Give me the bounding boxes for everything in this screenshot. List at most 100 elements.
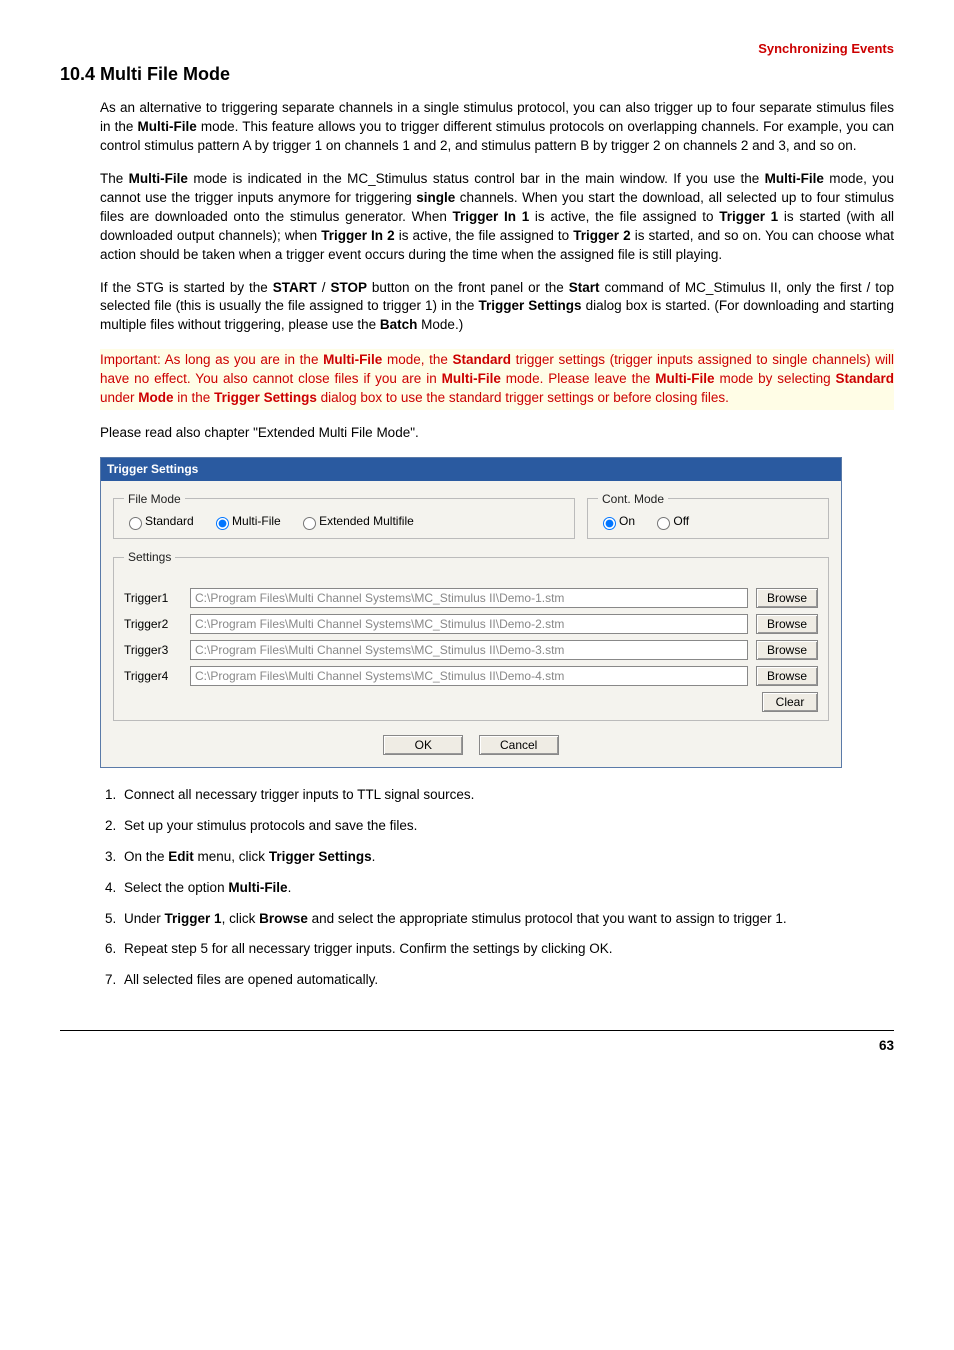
trigger4-label: Trigger4: [124, 668, 182, 685]
p3-f: Start: [569, 280, 600, 295]
step-6: Repeat step 5 for all necessary trigger …: [120, 940, 894, 959]
p3-b: START: [273, 280, 317, 295]
radio-standard[interactable]: [129, 517, 142, 530]
imp-c: mode, the: [382, 352, 452, 367]
paragraph-2: The Multi-File mode is indicated in the …: [100, 170, 894, 264]
p1-c: mode. This feature allows you to trigger…: [100, 119, 894, 153]
imp-l: Mode: [138, 390, 173, 405]
trigger1-path-input[interactable]: [190, 588, 748, 608]
file-mode-fieldset: File Mode Standard Multi-File Extended M…: [113, 491, 575, 540]
radio-on[interactable]: [603, 517, 616, 530]
cont-mode-legend: Cont. Mode: [598, 491, 668, 508]
imp-m: in the: [174, 390, 215, 405]
radio-off[interactable]: [657, 517, 670, 530]
p2-b: Multi-File: [129, 171, 188, 186]
imp-o: dialog box to use the standard trigger s…: [317, 390, 729, 405]
trigger3-browse-button[interactable]: Browse: [756, 640, 818, 660]
ok-button[interactable]: OK: [383, 735, 463, 755]
step-7: All selected files are opened automatica…: [120, 971, 894, 990]
radio-on-label[interactable]: On: [598, 514, 635, 528]
imp-j: Standard: [836, 371, 895, 386]
p1-b: Multi-File: [137, 119, 196, 134]
imp-g: mode. Please leave the: [501, 371, 655, 386]
s3-d: Trigger Settings: [269, 849, 372, 864]
imp-b: Multi-File: [323, 352, 382, 367]
p2-f: single: [416, 190, 455, 205]
imp-a: Important: As long as you are in the: [100, 352, 323, 367]
s5-e: and select the appropriate stimulus prot…: [308, 911, 787, 926]
trigger3-path-input[interactable]: [190, 640, 748, 660]
imp-f: Multi-File: [442, 371, 501, 386]
s4-c: .: [288, 880, 292, 895]
imp-k: under: [100, 390, 138, 405]
settings-fieldset: Settings Trigger1 Browse Trigger2 Browse…: [113, 549, 829, 721]
p2-c: mode is indicated in the MC_Stimulus sta…: [188, 171, 765, 186]
step-2: Set up your stimulus protocols and save …: [120, 817, 894, 836]
p2-m: is active, the file assigned to: [395, 228, 574, 243]
s5-a: Under: [124, 911, 165, 926]
radio-multifile-label[interactable]: Multi-File: [211, 514, 281, 528]
trigger-row-3: Trigger3 Browse: [124, 640, 818, 660]
s3-e: .: [372, 849, 376, 864]
step-5: Under Trigger 1, click Browse and select…: [120, 910, 894, 929]
p2-l: Trigger In 2: [321, 228, 394, 243]
trigger4-browse-button[interactable]: Browse: [756, 666, 818, 686]
radio-standard-label[interactable]: Standard: [124, 514, 194, 528]
p2-d: Multi-File: [765, 171, 824, 186]
p3-h: Trigger Settings: [478, 298, 581, 313]
cancel-button[interactable]: Cancel: [479, 735, 559, 755]
trigger2-browse-button[interactable]: Browse: [756, 614, 818, 634]
imp-n: Trigger Settings: [214, 390, 317, 405]
radio-off-text: Off: [673, 514, 689, 528]
p2-h: Trigger In 1: [453, 209, 530, 224]
trigger2-path-input[interactable]: [190, 614, 748, 634]
trigger-row-2: Trigger2 Browse: [124, 614, 818, 634]
radio-on-text: On: [619, 514, 635, 528]
settings-legend: Settings: [124, 549, 175, 566]
section-title: 10.4 Multi File Mode: [60, 62, 894, 87]
imp-i: mode by selecting: [715, 371, 836, 386]
page-header-right: Synchronizing Events: [60, 40, 894, 58]
radio-multifile-text: Multi-File: [232, 514, 281, 528]
imp-h: Multi-File: [655, 371, 714, 386]
step-4: Select the option Multi-File.: [120, 879, 894, 898]
page-number: 63: [60, 1030, 894, 1056]
clear-button[interactable]: Clear: [762, 692, 818, 712]
p3-j: Batch: [380, 317, 418, 332]
p3-k: Mode.): [417, 317, 463, 332]
p3-c: /: [317, 280, 331, 295]
radio-extended[interactable]: [303, 517, 316, 530]
file-mode-legend: File Mode: [124, 491, 185, 508]
paragraph-3: If the STG is started by the START / STO…: [100, 279, 894, 336]
s4-b: Multi-File: [228, 880, 287, 895]
p2-a: The: [100, 171, 129, 186]
step-1: Connect all necessary trigger inputs to …: [120, 786, 894, 805]
trigger-row-4: Trigger4 Browse: [124, 666, 818, 686]
trigger2-label: Trigger2: [124, 616, 182, 633]
paragraph-1: As an alternative to triggering separate…: [100, 99, 894, 156]
trigger-settings-dialog: Trigger Settings File Mode Standard Mult…: [100, 457, 842, 768]
p3-a: If the STG is started by the: [100, 280, 273, 295]
radio-multifile[interactable]: [216, 517, 229, 530]
paragraph-5: Please read also chapter "Extended Multi…: [100, 424, 894, 443]
radio-standard-text: Standard: [145, 514, 194, 528]
trigger3-label: Trigger3: [124, 642, 182, 659]
trigger4-path-input[interactable]: [190, 666, 748, 686]
p2-j: Trigger 1: [719, 209, 778, 224]
s5-c: , click: [222, 911, 260, 926]
s5-b: Trigger 1: [165, 911, 222, 926]
trigger1-browse-button[interactable]: Browse: [756, 588, 818, 608]
radio-extended-label[interactable]: Extended Multifile: [298, 514, 414, 528]
steps-list: Connect all necessary trigger inputs to …: [100, 786, 894, 990]
radio-off-label[interactable]: Off: [652, 514, 689, 528]
trigger1-label: Trigger1: [124, 590, 182, 607]
s3-a: On the: [124, 849, 168, 864]
p2-n: Trigger 2: [573, 228, 630, 243]
important-note: Important: As long as you are in the Mul…: [100, 349, 894, 410]
p3-e: button on the front panel or the: [367, 280, 569, 295]
step-3: On the Edit menu, click Trigger Settings…: [120, 848, 894, 867]
cont-mode-fieldset: Cont. Mode On Off: [587, 491, 829, 540]
s3-b: Edit: [168, 849, 194, 864]
trigger-row-1: Trigger1 Browse: [124, 588, 818, 608]
radio-extended-text: Extended Multifile: [319, 514, 414, 528]
